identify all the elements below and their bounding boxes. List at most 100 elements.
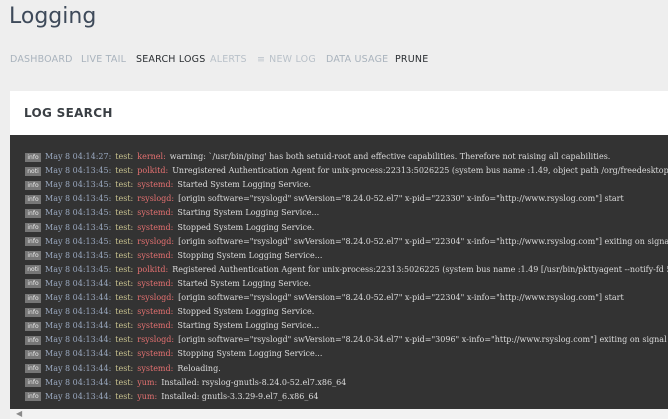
log-process: rsyslogd: — [137, 293, 175, 302]
log-row: info May 8 04:14:27: test: kernel: warning: … — [25, 150, 614, 163]
nav-dashboard[interactable]: DASHBOARD — [10, 54, 73, 65]
nav-data-usage[interactable]: DATA USAGE — [326, 54, 388, 65]
log-timestamp: May 8 04:13:44: — [45, 278, 112, 288]
log-level-badge: info — [25, 378, 41, 388]
log-row: info May 8 04:13:44: test: rsyslogd: [origin… — [25, 291, 628, 304]
log-timestamp: May 8 04:13:45: — [45, 236, 112, 246]
log-host: test: — [115, 391, 134, 401]
log-host: test: — [115, 335, 134, 345]
log-host: test: — [115, 166, 134, 176]
log-process: yum: — [137, 391, 158, 401]
log-row: info May 8 04:13:45: test: systemd: Started … — [25, 178, 315, 191]
log-level-badge: info — [25, 152, 41, 162]
log-level-badge: info — [25, 392, 41, 402]
log-row: info May 8 04:13:45: test: systemd: Stopped … — [25, 221, 318, 234]
nav-new-log[interactable]: ≡ NEW LOG — [257, 54, 316, 65]
log-message: Installed: gnutls-3.3.29-9.el7_6.x86_64 — [161, 391, 319, 401]
log-level-badge: info — [25, 237, 41, 247]
log-row: info May 8 04:13:45: test: rsyslogd: [origin… — [25, 235, 668, 248]
list-icon: ≡ — [257, 54, 266, 65]
log-timestamp: May 8 04:13:45: — [45, 208, 112, 218]
log-timestamp: May 8 04:13:44: — [45, 363, 112, 373]
log-row: info May 8 04:13:44: test: systemd: Reloadin… — [25, 362, 225, 375]
log-row: info May 8 04:13:45: test: systemd: Stopping… — [25, 249, 326, 262]
log-row: noti May 8 04:13:45: test: polkitd: Unregist… — [25, 164, 668, 177]
log-message: Stopping System Logging Service... — [177, 250, 323, 260]
log-host: test: — [115, 349, 134, 359]
log-message: [origin software="rsyslogd" swVersion="8… — [178, 236, 668, 246]
log-message: Stopped System Logging Service. — [177, 222, 315, 232]
log-message: Reloading. — [177, 363, 221, 373]
log-host: test: — [115, 208, 134, 218]
log-message: Unregistered Authentication Agent for un… — [172, 166, 668, 176]
log-host: test: — [115, 236, 134, 246]
log-row: info May 8 04:13:44: test: systemd: Stopped … — [25, 305, 318, 318]
log-process: systemd: — [137, 222, 174, 232]
log-timestamp: May 8 04:13:44: — [45, 349, 112, 359]
log-process: systemd: — [137, 180, 174, 190]
nav-alerts[interactable]: ALERTS — [210, 54, 247, 65]
log-timestamp: May 8 04:13:45: — [45, 180, 112, 190]
log-row: info May 8 04:13:45: test: rsyslogd: [origin… — [25, 192, 628, 205]
log-search-panel: LOG SEARCH info May 8 04:14:27: test: kerne… — [10, 91, 668, 409]
log-message: Stopping System Logging Service... — [177, 349, 323, 359]
log-level-badge: info — [25, 180, 41, 190]
log-row: info May 8 04:13:44: test: yum: Installed: g… — [25, 390, 323, 403]
log-timestamp: May 8 04:13:45: — [45, 250, 112, 260]
log-level-badge: info — [25, 321, 41, 331]
log-message: Started System Logging Service. — [177, 180, 312, 190]
log-process: systemd: — [137, 321, 174, 331]
log-host: test: — [115, 278, 134, 288]
log-level-badge: noti — [25, 166, 41, 176]
log-message: Starting System Logging Service... — [177, 208, 320, 218]
log-process: systemd: — [137, 363, 174, 373]
log-level-badge: info — [25, 208, 41, 218]
log-level-badge: info — [25, 307, 41, 317]
log-row: info May 8 04:13:44: test: rsyslogd: [origin… — [25, 333, 668, 346]
log-level-badge: info — [25, 194, 41, 204]
log-row: noti May 8 04:13:45: test: polkitd: Register… — [25, 263, 668, 276]
log-output[interactable]: info May 8 04:14:27: test: kernel: warning: … — [10, 135, 668, 409]
log-level-badge: info — [25, 251, 41, 261]
log-row: info May 8 04:13:44: test: systemd: Starting… — [25, 319, 323, 332]
log-message: [origin software="rsyslogd" swVersion="8… — [178, 293, 624, 302]
log-timestamp: May 8 04:13:45: — [45, 194, 112, 204]
log-process: systemd: — [137, 278, 174, 288]
log-row: info May 8 04:13:44: test: systemd: Started … — [25, 277, 315, 290]
log-host: test: — [115, 363, 134, 373]
log-host: test: — [115, 180, 134, 190]
log-process: kernel: — [137, 152, 166, 161]
nav-prune[interactable]: PRUNE — [395, 54, 428, 65]
log-host: test: — [115, 222, 134, 232]
log-process: systemd: — [137, 307, 174, 317]
log-process: rsyslogd: — [137, 194, 175, 204]
log-level-badge: info — [25, 364, 41, 373]
horizontal-scrollbar[interactable]: ◀ — [10, 409, 668, 419]
log-message: Starting System Logging Service... — [177, 321, 320, 331]
log-timestamp: May 8 04:13:44: — [45, 377, 112, 387]
scroll-left-arrow-icon[interactable]: ◀ — [16, 409, 22, 419]
log-level-badge: info — [25, 279, 41, 289]
log-timestamp: May 8 04:13:45: — [45, 264, 112, 274]
log-host: test: — [115, 264, 134, 274]
log-message: Started System Logging Service. — [177, 278, 312, 288]
app-title: Logging — [9, 4, 97, 29]
log-host: test: — [115, 152, 134, 161]
log-message: [origin software="rsyslogd" swVersion="8… — [178, 335, 668, 345]
log-process: systemd: — [137, 208, 174, 218]
nav-search-logs[interactable]: SEARCH LOGS — [136, 54, 205, 65]
log-host: test: — [115, 293, 134, 302]
log-process: rsyslogd: — [137, 236, 175, 246]
log-host: test: — [115, 321, 134, 331]
log-host: test: — [115, 250, 134, 260]
log-host: test: — [115, 194, 134, 204]
log-timestamp: May 8 04:13:45: — [45, 222, 112, 232]
log-host: test: — [115, 377, 134, 387]
log-process: polkitd: — [137, 166, 169, 176]
log-timestamp: May 8 04:13:44: — [45, 391, 112, 401]
log-timestamp: May 8 04:13:44: — [45, 307, 112, 317]
log-process: yum: — [137, 377, 158, 387]
log-row: info May 8 04:13:45: test: systemd: Starting… — [25, 206, 323, 219]
nav-live-tail[interactable]: LIVE TAIL — [81, 54, 126, 65]
log-message: Registered Authentication Agent for unix… — [172, 264, 668, 274]
